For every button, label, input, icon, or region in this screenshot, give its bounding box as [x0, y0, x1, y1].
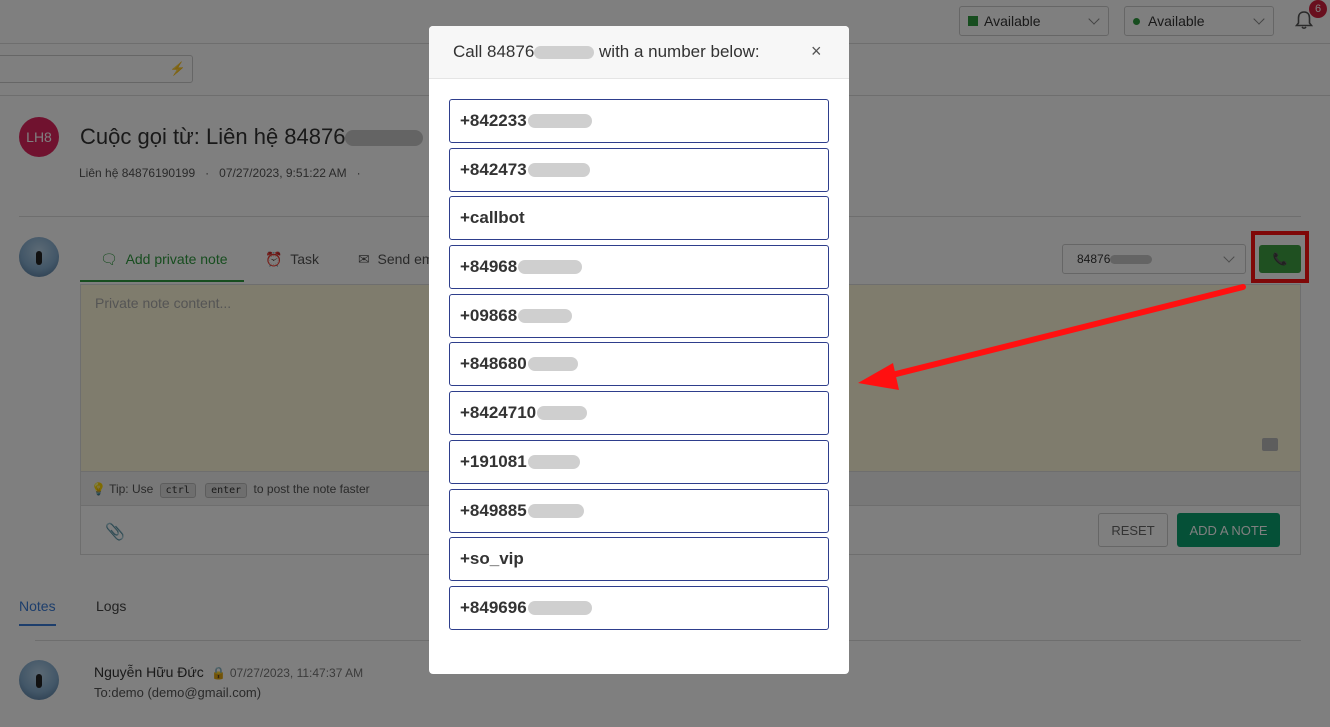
phone-number-option[interactable]: +so_vip	[449, 537, 829, 582]
modal-title-prefix: Call 84876	[453, 42, 535, 61]
redacted-number	[527, 162, 590, 177]
phone-number-label: +848680	[460, 354, 527, 374]
phone-number-option[interactable]: +849696	[449, 585, 829, 630]
phone-number-label: +849885	[460, 500, 527, 520]
redacted-number	[527, 503, 584, 518]
phone-number-label: +so_vip	[460, 549, 524, 569]
phone-number-option[interactable]: +842473	[449, 147, 829, 192]
phone-number-option[interactable]: +842233	[449, 99, 829, 143]
phone-number-option[interactable]: +09868	[449, 293, 829, 338]
modal-title: Call 84876 with a number below:	[453, 42, 760, 62]
phone-number-label: +09868	[460, 305, 518, 325]
redacted-number	[518, 308, 573, 323]
phone-number-option[interactable]: +84968	[449, 245, 829, 290]
close-icon[interactable]: ×	[811, 41, 822, 62]
redacted-number	[527, 114, 592, 128]
phone-number-label: +842473	[460, 159, 527, 179]
call-number-modal: Call 84876 with a number below: × +84223…	[429, 26, 849, 674]
modal-title-suffix: with a number below:	[599, 42, 760, 61]
redacted-number	[527, 600, 592, 615]
redacted-number	[527, 357, 578, 372]
redacted-number	[518, 260, 583, 275]
phone-number-label: +849696	[460, 597, 527, 617]
phone-number-label: +callbot	[460, 208, 525, 228]
number-list: +842233 +842473 +callbot +84968 +09868 +84868…	[449, 99, 829, 635]
phone-number-option[interactable]: +8424710	[449, 391, 829, 436]
redacted-number	[537, 406, 588, 421]
phone-number-label: +84968	[460, 257, 518, 277]
modal-header: Call 84876 with a number below: ×	[429, 26, 849, 79]
phone-number-option[interactable]: +848680	[449, 342, 829, 387]
redacted-number	[527, 454, 580, 469]
phone-number-option[interactable]: +849885	[449, 488, 829, 533]
phone-number-option[interactable]: +callbot	[449, 196, 829, 241]
phone-number-label: +8424710	[460, 403, 537, 423]
redacted-number	[534, 46, 595, 60]
phone-number-option[interactable]: +191081	[449, 439, 829, 484]
phone-number-label: +842233	[460, 111, 527, 130]
phone-number-label: +191081	[460, 451, 527, 471]
